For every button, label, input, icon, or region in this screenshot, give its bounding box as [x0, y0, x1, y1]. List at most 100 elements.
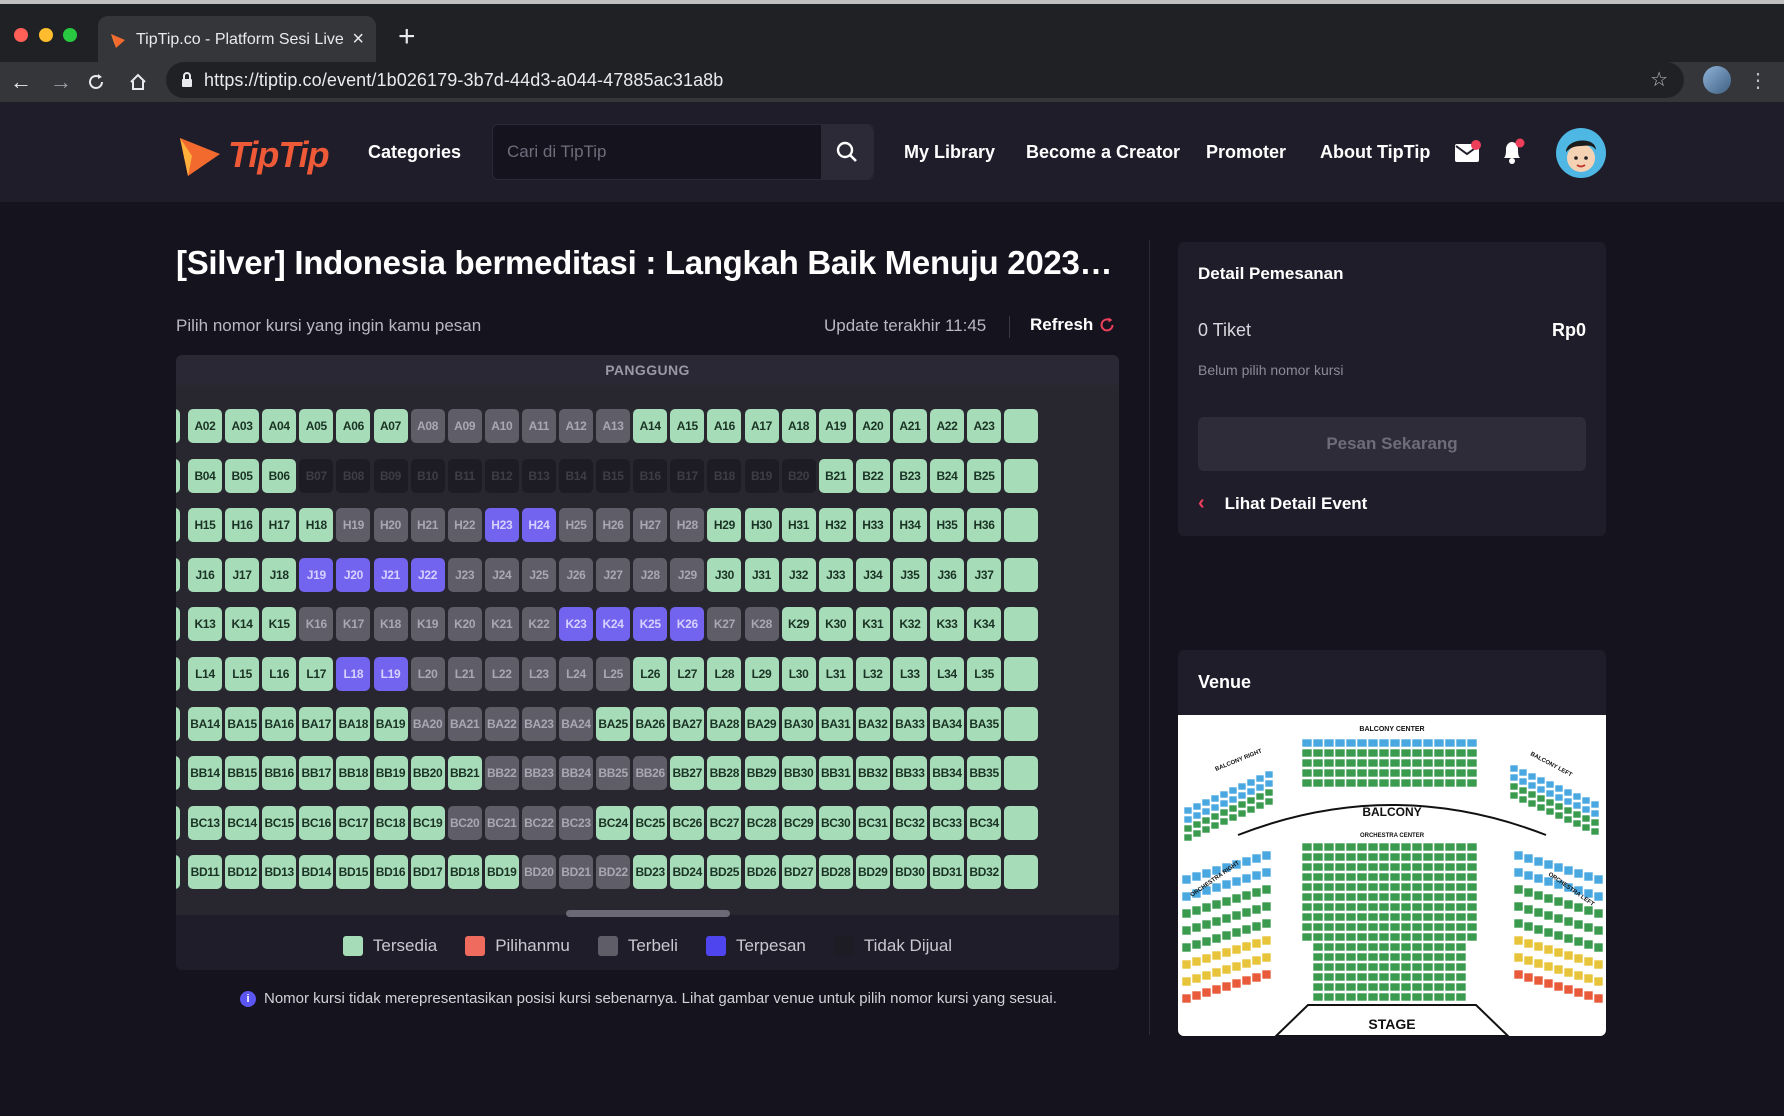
seat-bc31[interactable]: BC31 — [855, 805, 890, 840]
seat-j33[interactable]: J33 — [818, 557, 853, 592]
seat-j36[interactable]: J36 — [930, 557, 964, 592]
seat-bd26[interactable]: BD26 — [744, 855, 779, 890]
seat-h35[interactable]: H35 — [930, 508, 964, 543]
seat-h18[interactable]: H18 — [299, 508, 334, 543]
seat-b05[interactable]: B05 — [225, 458, 260, 493]
seat-j18[interactable]: J18 — [262, 557, 297, 592]
seat-a04[interactable]: A04 — [262, 409, 297, 443]
seat-bb29[interactable]: BB29 — [744, 756, 779, 791]
seat-a18[interactable]: A18 — [781, 409, 816, 443]
seat-ba35[interactable]: BA35 — [967, 706, 1002, 741]
seat-l27[interactable]: L27 — [670, 657, 705, 691]
seat-l35[interactable]: L35 — [967, 657, 1002, 691]
seat-ba18[interactable]: BA18 — [336, 706, 371, 741]
seat-bb33[interactable]: BB33 — [892, 756, 927, 791]
seat-j37[interactable]: J37 — [967, 557, 1002, 592]
seat-bd11[interactable]: BD11 — [188, 855, 222, 890]
seat-j32[interactable]: J32 — [781, 557, 816, 592]
refresh-button[interactable]: Refresh — [1030, 315, 1093, 335]
seat-k14[interactable]: K14 — [225, 607, 260, 642]
seat-k29[interactable]: K29 — [781, 607, 816, 642]
reload-icon[interactable] — [86, 72, 106, 92]
seat-b06[interactable]: B06 — [262, 458, 297, 493]
seat-l28[interactable]: L28 — [707, 657, 742, 691]
seat-a17[interactable]: A17 — [744, 409, 779, 443]
seat-ba31[interactable]: BA31 — [818, 706, 853, 741]
seat-h15[interactable]: H15 — [188, 508, 222, 543]
seat-partial[interactable] — [176, 557, 180, 592]
seat-b24[interactable]: B24 — [930, 458, 964, 493]
forward-icon[interactable]: → — [46, 67, 76, 97]
seat-bc15[interactable]: BC15 — [262, 805, 297, 840]
seat-bc25[interactable]: BC25 — [633, 805, 668, 840]
seat-bb28[interactable]: BB28 — [707, 756, 742, 791]
seat-grid[interactable]: A02 A03 A04 A05 A06 A07 A08 A09 A10 A11 A12 A13 A14 A… — [176, 385, 1119, 915]
seat-partial[interactable] — [176, 756, 180, 791]
back-icon[interactable]: ← — [6, 67, 36, 97]
seat-partial[interactable] — [1004, 607, 1039, 642]
seat-bc18[interactable]: BC18 — [373, 805, 408, 840]
refresh-icon[interactable] — [1098, 316, 1116, 334]
seat-a20[interactable]: A20 — [855, 409, 890, 443]
seat-bb30[interactable]: BB30 — [781, 756, 816, 791]
seat-a02[interactable]: A02 — [188, 409, 222, 443]
seat-bb19[interactable]: BB19 — [373, 756, 408, 791]
browser-tab[interactable]: TipTip.co - Platform Sesi Live × — [98, 16, 376, 66]
nav-become-creator[interactable]: Become a Creator — [1026, 142, 1180, 163]
seat-a03[interactable]: A03 — [225, 409, 260, 443]
mail-icon[interactable] — [1454, 140, 1482, 164]
seat-l26[interactable]: L26 — [633, 657, 668, 691]
search-button[interactable] — [821, 125, 873, 179]
seat-j35[interactable]: J35 — [892, 557, 927, 592]
seat-a06[interactable]: A06 — [336, 409, 371, 443]
seat-k33[interactable]: K33 — [930, 607, 964, 642]
seat-partial[interactable] — [1004, 657, 1039, 691]
seat-k15[interactable]: K15 — [262, 607, 297, 642]
seat-bd17[interactable]: BD17 — [410, 855, 445, 890]
seat-bc30[interactable]: BC30 — [818, 805, 853, 840]
seat-ba29[interactable]: BA29 — [744, 706, 779, 741]
seat-bc29[interactable]: BC29 — [781, 805, 816, 840]
seat-bd12[interactable]: BD12 — [225, 855, 260, 890]
seat-bb35[interactable]: BB35 — [967, 756, 1002, 791]
seat-bb27[interactable]: BB27 — [670, 756, 705, 791]
seat-bc17[interactable]: BC17 — [336, 805, 371, 840]
seat-bb34[interactable]: BB34 — [930, 756, 964, 791]
seat-j34[interactable]: J34 — [855, 557, 890, 592]
seat-bd19[interactable]: BD19 — [484, 855, 519, 890]
seat-k31[interactable]: K31 — [855, 607, 890, 642]
seat-bc28[interactable]: BC28 — [744, 805, 779, 840]
seat-l34[interactable]: L34 — [930, 657, 964, 691]
seat-bc16[interactable]: BC16 — [299, 805, 334, 840]
address-bar[interactable]: https://tiptip.co/event/1b026179-3b7d-44… — [166, 62, 1684, 98]
seat-bb21[interactable]: BB21 — [447, 756, 482, 791]
seat-bc19[interactable]: BC19 — [410, 805, 445, 840]
tab-close-icon[interactable]: × — [352, 28, 364, 51]
seat-bb14[interactable]: BB14 — [188, 756, 222, 791]
seat-bd15[interactable]: BD15 — [336, 855, 371, 890]
seat-bb31[interactable]: BB31 — [818, 756, 853, 791]
seat-bb17[interactable]: BB17 — [299, 756, 334, 791]
seat-h33[interactable]: H33 — [855, 508, 890, 543]
seat-j17[interactable]: J17 — [225, 557, 260, 592]
seat-bd29[interactable]: BD29 — [855, 855, 890, 890]
seat-k30[interactable]: K30 — [818, 607, 853, 642]
seat-partial[interactable] — [176, 706, 180, 741]
seat-h30[interactable]: H30 — [744, 508, 779, 543]
seat-bd24[interactable]: BD24 — [670, 855, 705, 890]
seat-bd32[interactable]: BD32 — [967, 855, 1002, 890]
seat-partial[interactable] — [1004, 756, 1039, 791]
seat-ba19[interactable]: BA19 — [373, 706, 408, 741]
seat-bc32[interactable]: BC32 — [892, 805, 927, 840]
seat-ba33[interactable]: BA33 — [892, 706, 927, 741]
venue-seating-map[interactable]: BALCONY CENTER BALCONY RIGHT BALCONY LEF… — [1178, 715, 1606, 1036]
seat-partial[interactable] — [176, 458, 180, 493]
seat-ba27[interactable]: BA27 — [670, 706, 705, 741]
seat-l17[interactable]: L17 — [299, 657, 334, 691]
seat-bc14[interactable]: BC14 — [225, 805, 260, 840]
seat-bd27[interactable]: BD27 — [781, 855, 816, 890]
seat-a15[interactable]: A15 — [670, 409, 705, 443]
home-icon[interactable] — [128, 72, 148, 92]
seat-bc27[interactable]: BC27 — [707, 805, 742, 840]
seat-bc34[interactable]: BC34 — [967, 805, 1002, 840]
